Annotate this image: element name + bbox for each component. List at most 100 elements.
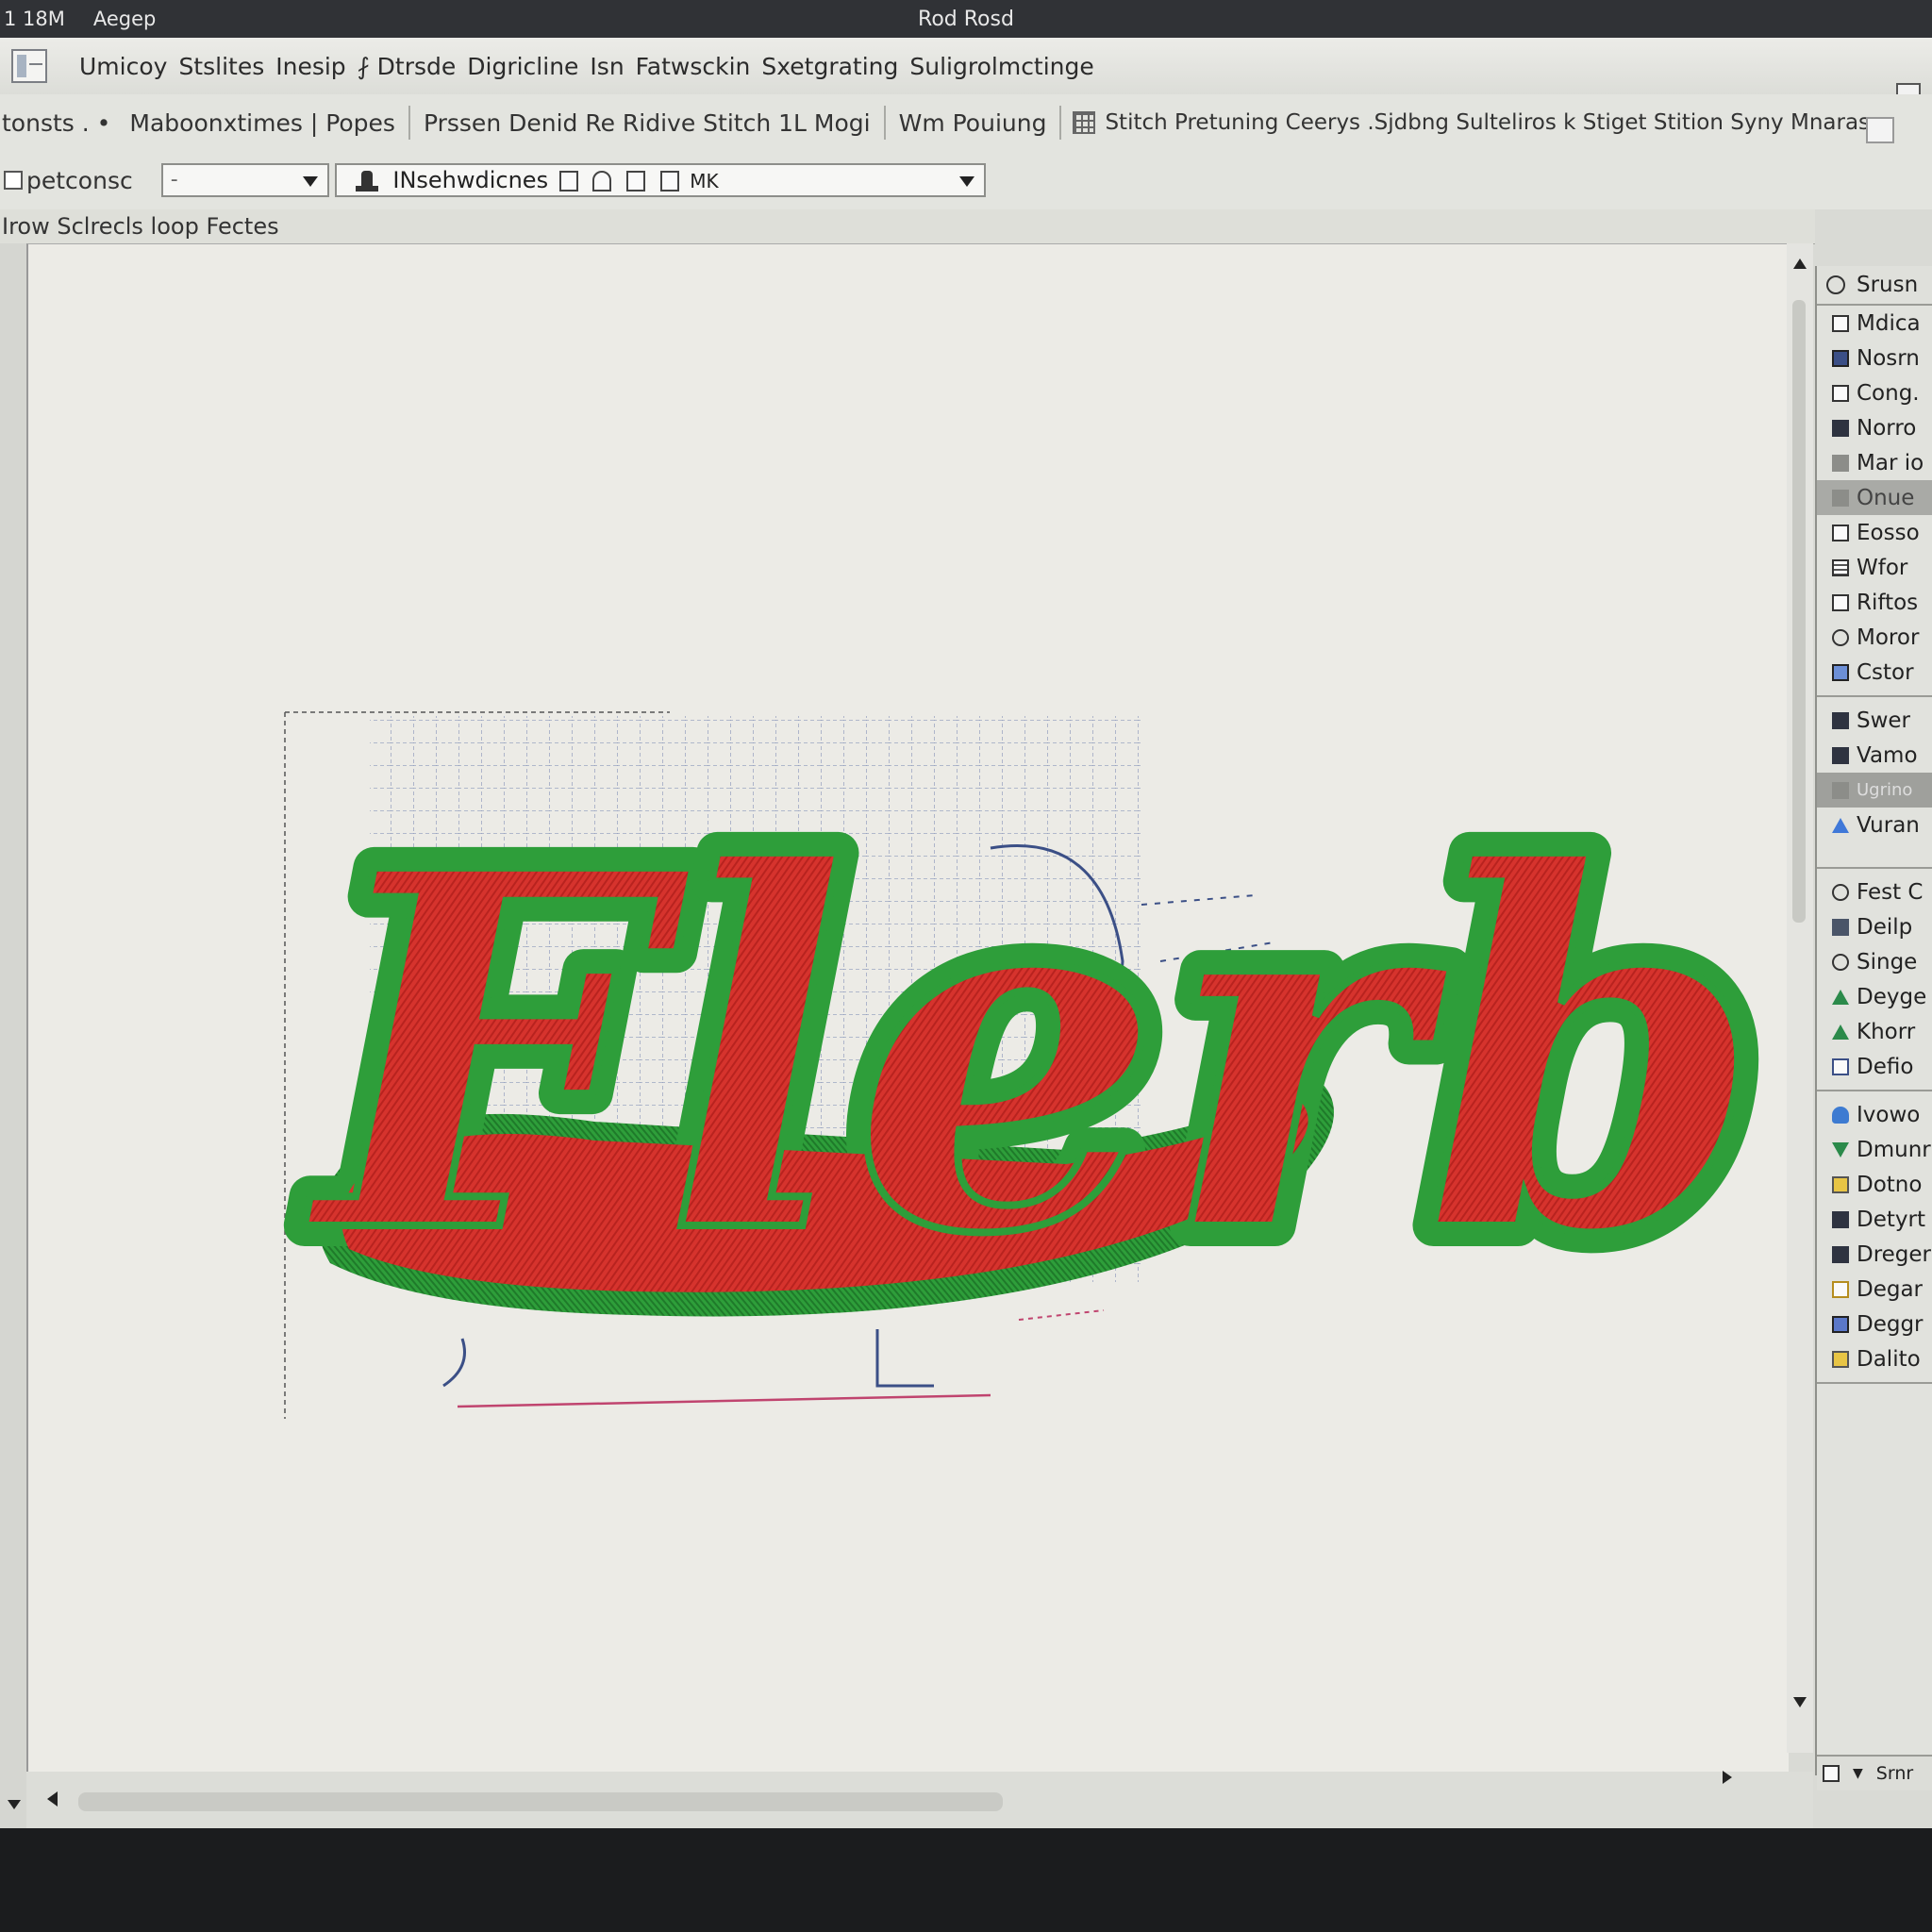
panel-list-item[interactable]: Dotno	[1817, 1167, 1932, 1202]
list-item-label: Nosrn	[1857, 345, 1920, 371]
dark-square-icon	[1832, 419, 1849, 437]
panel-list-item[interactable]: Detyrt	[1817, 1202, 1932, 1237]
insert-dropdown[interactable]: INsehwdicnes MK	[334, 163, 986, 197]
menu-item[interactable]: Sxetgrating	[761, 53, 898, 80]
list-item-label: Degar	[1857, 1276, 1924, 1302]
dark-square-icon	[1832, 1210, 1849, 1228]
panel-list-item[interactable]: Moror	[1817, 620, 1932, 655]
shapes-icon	[1832, 1280, 1849, 1298]
panel-list-item[interactable]: Degar	[1817, 1272, 1932, 1307]
list-item-label: Deyge	[1857, 984, 1927, 1009]
menu-item[interactable]: ⨏ Dtrsde	[358, 53, 457, 80]
panel-list-item[interactable]: Nosrn	[1817, 341, 1932, 375]
embroidery-design[interactable]: Flerb Flerb	[28, 244, 1789, 1773]
menu-item[interactable]: Fatwsckin	[636, 53, 751, 80]
design-canvas[interactable]: Flerb Flerb	[26, 243, 1789, 1773]
panel-list-item[interactable]: Deyge	[1817, 979, 1932, 1014]
dropdown-value: -	[170, 168, 178, 192]
scroll-right-icon[interactable]	[1723, 1771, 1732, 1784]
panel-list-item[interactable]: Khorr	[1817, 1014, 1932, 1049]
chevron-down-icon[interactable]: ▼	[1853, 1766, 1863, 1781]
bucket-icon	[1832, 454, 1849, 472]
panel-list-item[interactable]: Dalito	[1817, 1341, 1932, 1376]
menu-item[interactable]: Suligrolmctinge	[909, 53, 1093, 80]
panel-toggle-button[interactable]	[1866, 117, 1894, 143]
panel-list-item[interactable]: Eosso	[1817, 515, 1932, 550]
scroll-up-icon[interactable]	[1793, 258, 1807, 269]
blue-badge-icon	[1832, 663, 1849, 681]
panel-footer-icon[interactable]	[1823, 1765, 1840, 1782]
toolbar-item[interactable]: Maboonxtimes | Popes	[120, 109, 405, 137]
frame-icon[interactable]	[659, 171, 679, 192]
panel-list-item[interactable]: Deggr	[1817, 1307, 1932, 1341]
stitch-type-dropdown[interactable]: -	[160, 163, 329, 197]
panel-list-item[interactable]: Swer	[1817, 703, 1932, 738]
grid-icon[interactable]	[1073, 111, 1096, 134]
panel-footer-label: Srnr	[1875, 1763, 1914, 1784]
panel-list-item[interactable]: Ivowo	[1817, 1097, 1932, 1132]
status-text: Irow Sclrecls loop Fectes	[2, 213, 279, 240]
toolbar-item[interactable]: Stitch Pretuning Ceerys .Sjdbng Sultelir…	[1101, 110, 1879, 135]
list-item-label: Vamo	[1857, 742, 1918, 768]
box-icon	[1832, 1058, 1849, 1075]
panel-section-header[interactable]: Fest C	[1817, 874, 1932, 909]
panel-list-item[interactable]: Riftos	[1817, 585, 1932, 620]
dark-square-icon	[1832, 1245, 1849, 1263]
scroll-left-icon[interactable]	[47, 1791, 58, 1807]
checkbox-label: petconsc	[26, 166, 133, 194]
toolbar-item[interactable]: Wm Pouiung	[890, 109, 1057, 137]
panel-list-item[interactable]: Vamo	[1817, 738, 1932, 773]
scroll-thumb[interactable]	[78, 1792, 1003, 1811]
bucket-icon	[1832, 489, 1849, 507]
panel-list-item[interactable]: Defio	[1817, 1049, 1932, 1084]
menu-item[interactable]: Digricline	[467, 53, 578, 80]
list-item-label: Ivowo	[1857, 1102, 1921, 1127]
scroll-down-icon[interactable]	[8, 1800, 21, 1809]
option-checkbox[interactable]	[4, 171, 23, 190]
panel-footer: ▼ Srnr	[1817, 1755, 1932, 1790]
list-item-label: Riftos	[1857, 590, 1919, 615]
toolbar-separator	[408, 106, 410, 140]
menu-item[interactable]: Umicoy	[79, 53, 167, 80]
toolbar-item[interactable]: tonsts . •	[0, 109, 120, 137]
panel-divider	[1817, 867, 1932, 869]
panel-list-item[interactable]: Mar io	[1817, 445, 1932, 480]
arrow-up-icon	[1832, 817, 1849, 833]
square-icon[interactable]	[626, 171, 645, 192]
dark-square-icon	[1832, 746, 1849, 764]
panel-list-item[interactable]: Vuran	[1817, 808, 1932, 842]
list-item-label: Dmunr	[1857, 1137, 1931, 1162]
horizontal-scrollbar[interactable]	[26, 1771, 1813, 1828]
menu-item[interactable]: Stslites	[178, 53, 264, 80]
list-item-label: Deggr	[1857, 1311, 1924, 1337]
panel-list-item[interactable]: Dreger	[1817, 1237, 1932, 1272]
app-layout-icon[interactable]	[11, 49, 47, 83]
page-icon[interactable]	[558, 171, 578, 192]
panel-divider	[1817, 1382, 1932, 1384]
menu-item[interactable]: Inesip	[275, 53, 345, 80]
panel-list-item-selected[interactable]: Ugrino	[1817, 773, 1932, 808]
funnel-icon	[1832, 1141, 1849, 1158]
canvas-status-strip: Irow Sclrecls loop Fectes	[0, 209, 1815, 244]
menu-item[interactable]: Isn	[590, 53, 624, 80]
panel-list-item[interactable]: Wfor	[1817, 550, 1932, 585]
panel-list-item[interactable]: Deilp	[1817, 909, 1932, 944]
vertical-scrollbar[interactable]	[1787, 243, 1813, 1753]
panel-list-item[interactable]: Dmunr	[1817, 1132, 1932, 1167]
panel-list-item[interactable]: Singe	[1817, 944, 1932, 979]
box-icon	[1832, 384, 1849, 402]
list-item-label: Khorr	[1857, 1019, 1916, 1044]
scroll-thumb[interactable]	[1792, 300, 1806, 923]
embroidery-fill[interactable]: Flerb	[297, 761, 1768, 1345]
hoop-icon[interactable]	[592, 171, 612, 192]
list-item-label: Detyrt	[1857, 1207, 1925, 1232]
scroll-down-icon[interactable]	[1793, 1697, 1807, 1707]
list-item-label: Dalito	[1857, 1346, 1921, 1372]
panel-list-item-selected[interactable]: Onue	[1817, 480, 1932, 515]
panel-list-item[interactable]: Cstor	[1817, 655, 1932, 690]
panel-list-item[interactable]: Mdica	[1817, 306, 1932, 341]
panel-list-item[interactable]: Norro	[1817, 410, 1932, 445]
toolbar-item[interactable]: Prssen Denid Re Ridive Stitch 1L Mogi	[414, 109, 880, 137]
dark-square-icon	[1832, 918, 1849, 936]
panel-list-item[interactable]: Cong.	[1817, 375, 1932, 410]
